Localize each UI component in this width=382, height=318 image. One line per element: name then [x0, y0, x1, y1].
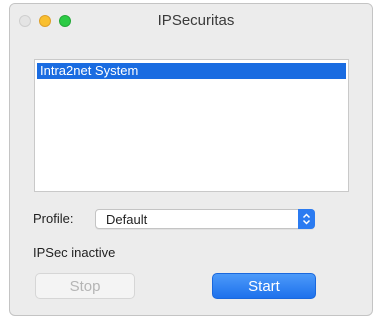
select-arrows-icon: [298, 209, 315, 229]
ipsec-status-text: IPSec inactive: [33, 245, 116, 260]
profile-select[interactable]: Default: [95, 209, 315, 229]
window-title: IPSecuritas: [157, 12, 235, 29]
connection-item-label: Intra2net System: [40, 63, 139, 78]
app-window: IPSecuritas Intra2net System Profile: De…: [9, 3, 373, 316]
profile-select-value: Default: [106, 212, 148, 227]
start-button[interactable]: Start: [212, 273, 316, 299]
title-bar[interactable]: IPSecuritas: [10, 4, 372, 39]
connection-list[interactable]: Intra2net System: [34, 59, 349, 192]
profile-label: Profile:: [33, 211, 74, 226]
stop-button[interactable]: Stop: [35, 273, 135, 299]
connection-item[interactable]: Intra2net System: [37, 63, 346, 79]
